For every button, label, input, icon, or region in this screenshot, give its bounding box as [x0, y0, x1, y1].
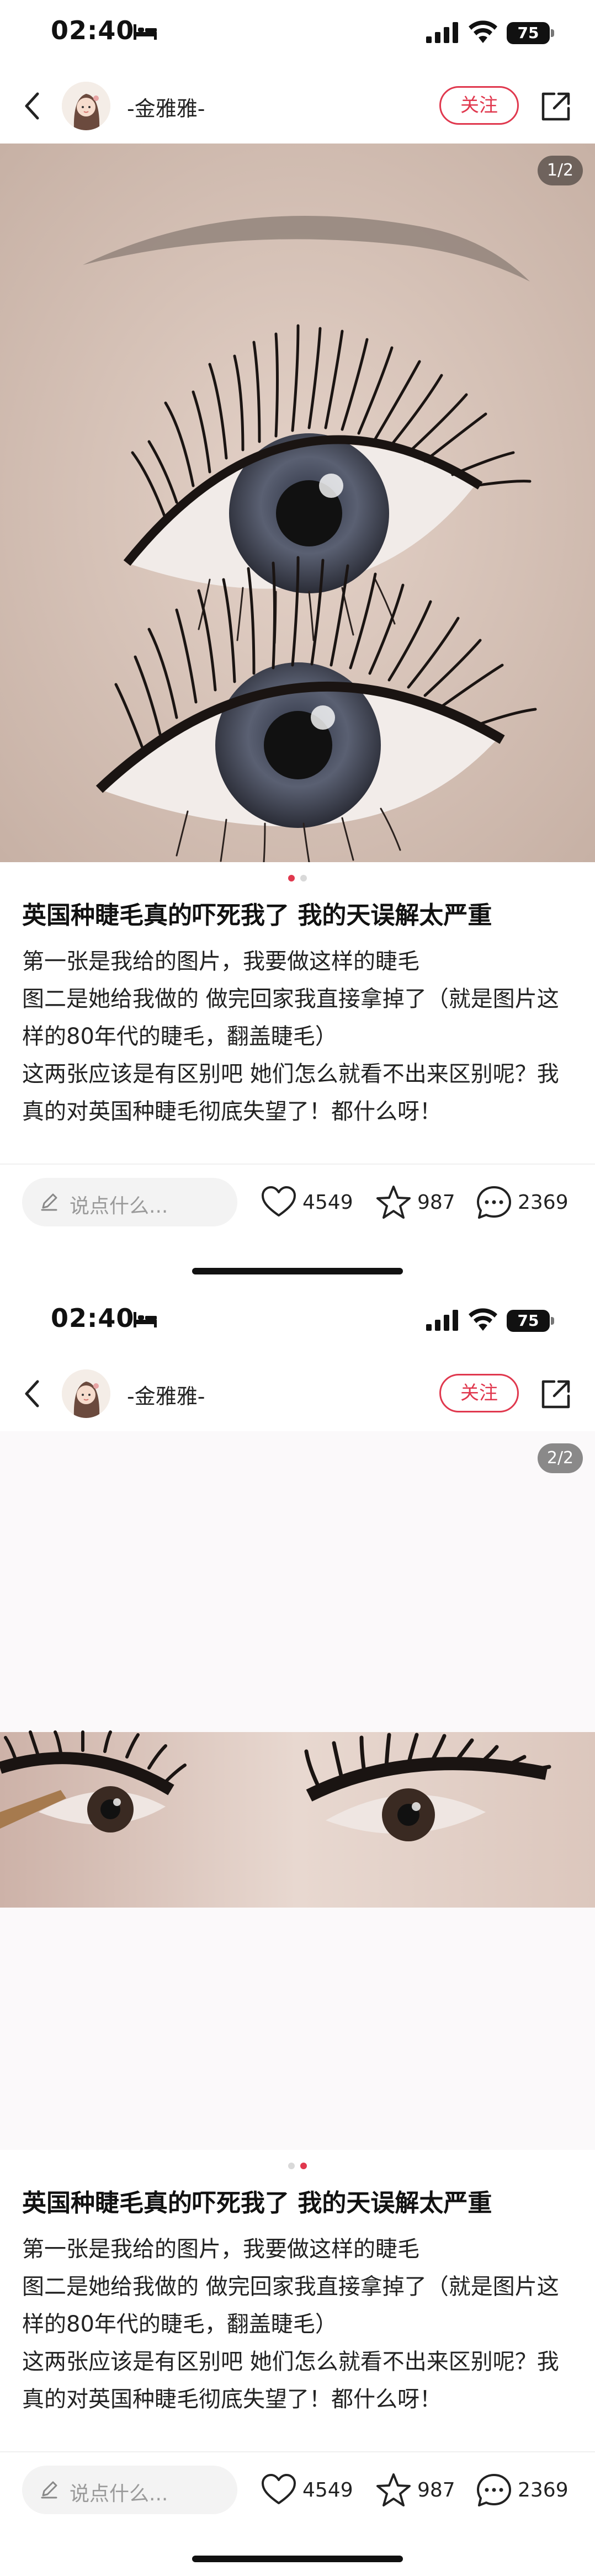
post-body: 第一张是我给的图片，我要做这样的睫毛 图二是她给我做的 做完回家我直接拿掉了（就… [22, 2230, 577, 2418]
bed-icon [134, 24, 157, 40]
post-body-line: 这两张应该是有区别吧 她们怎么就看不出来区别呢？我真的对英国种睫毛彻底失望了！都… [22, 2349, 559, 2412]
comment-button[interactable]: 2369 [476, 1185, 586, 1223]
star-icon [376, 1186, 411, 1219]
image-counter: 1/2 [538, 156, 583, 185]
comment-input[interactable]: 说点什么... [22, 2466, 237, 2514]
like-button[interactable]: 4549 [261, 1185, 354, 1223]
post-body-line: 第一张是我给的图片，我要做这样的睫毛 [22, 2237, 419, 2262]
nav-bar: -金雅雅- 关注 [0, 1359, 595, 1428]
screen-2: 02:40 75 -金雅雅- 关注 2/2 英国种睫毛真的吓死我了 我的天误解太… [0, 1288, 595, 2575]
carousel-dots [0, 873, 595, 882]
back-icon[interactable] [21, 1378, 45, 1409]
carousel-dots [0, 2161, 595, 2170]
author-name[interactable]: -金雅雅- [127, 92, 205, 122]
status-time: 02:40 [51, 1303, 135, 1333]
back-icon[interactable] [21, 91, 45, 121]
status-time: 02:40 [51, 15, 135, 45]
follow-button[interactable]: 关注 [439, 86, 519, 125]
comment-placeholder: 说点什么... [70, 1195, 168, 1218]
comment-icon [477, 2474, 511, 2506]
avatar[interactable] [62, 82, 110, 130]
wifi-icon [469, 20, 497, 43]
carousel-dot-1[interactable] [288, 2163, 295, 2169]
comment-placeholder: 说点什么... [70, 2483, 168, 2505]
follow-button[interactable]: 关注 [439, 1374, 519, 1412]
post-body: 第一张是我给的图片，我要做这样的睫毛 图二是她给我做的 做完回家我直接拿掉了（就… [22, 943, 577, 1130]
comment-input[interactable]: 说点什么... [22, 1178, 237, 1226]
heart-icon [262, 2474, 296, 2504]
pen-icon [41, 2481, 57, 2499]
status-bar: 02:40 75 [0, 0, 595, 72]
post-image-eyelash-reference[interactable]: 1/2 [0, 144, 595, 862]
share-icon[interactable] [540, 91, 572, 123]
battery-cap [551, 29, 554, 37]
post-title: 英国种睫毛真的吓死我了 我的天误解太严重 [22, 901, 492, 930]
battery-cap [551, 1317, 554, 1325]
star-icon [376, 2473, 411, 2506]
signal-icon [426, 1310, 458, 1331]
home-indicator[interactable] [192, 2556, 403, 2562]
post-body-line: 图二是她给我做的 做完回家我直接拿掉了（就是图片这样的80年代的睫毛，翻盖睫毛） [22, 986, 559, 1049]
screen-1: 02:40 75 -金雅雅- 关注 1/2 英国种睫毛真的吓死我了 我的天误解太… [0, 0, 595, 1288]
post-image-result[interactable]: 2/2 [0, 1431, 595, 2150]
battery-indicator: 75 [507, 22, 550, 44]
heart-icon [262, 1186, 296, 1217]
status-bar: 02:40 75 [0, 1288, 595, 1359]
post-body-line: 这两张应该是有区别吧 她们怎么就看不出来区别呢？我真的对英国种睫毛彻底失望了！都… [22, 1061, 559, 1124]
nav-bar: -金雅雅- 关注 [0, 72, 595, 140]
divider [0, 1164, 595, 1165]
share-icon[interactable] [540, 1378, 572, 1410]
like-count: 4549 [302, 2479, 353, 2501]
comment-button[interactable]: 2369 [476, 2472, 586, 2511]
like-button[interactable]: 4549 [261, 2472, 354, 2511]
carousel-dot-2[interactable] [300, 2163, 307, 2169]
comment-count: 2369 [518, 1191, 569, 1214]
favorite-button[interactable]: 987 [375, 2472, 464, 2511]
battery-indicator: 75 [507, 1310, 550, 1332]
bed-icon [134, 1312, 157, 1327]
like-count: 4549 [302, 1191, 353, 1214]
post-body-line: 图二是她给我做的 做完回家我直接拿掉了（就是图片这样的80年代的睫毛，翻盖睫毛） [22, 2274, 559, 2337]
comment-icon [477, 1186, 511, 1219]
favorite-button[interactable]: 987 [375, 1185, 464, 1223]
favorite-count: 987 [417, 1191, 455, 1214]
post-title: 英国种睫毛真的吓死我了 我的天误解太严重 [22, 2189, 492, 2217]
carousel-dot-2[interactable] [300, 875, 307, 881]
avatar[interactable] [62, 1369, 110, 1418]
comment-count: 2369 [518, 2479, 569, 2501]
home-indicator[interactable] [192, 1268, 403, 1274]
carousel-dot-1[interactable] [288, 875, 295, 881]
action-bar: 说点什么... 4549 987 2369 [0, 1176, 595, 1231]
author-name[interactable]: -金雅雅- [127, 1379, 205, 1410]
divider [0, 2451, 595, 2452]
wifi-icon [469, 1308, 497, 1331]
signal-icon [426, 22, 458, 43]
image-counter: 2/2 [538, 1443, 583, 1473]
post-body-line: 第一张是我给的图片，我要做这样的睫毛 [22, 949, 419, 974]
action-bar: 说点什么... 4549 987 2369 [0, 2463, 595, 2519]
pen-icon [41, 1193, 57, 1211]
favorite-count: 987 [417, 2479, 455, 2501]
